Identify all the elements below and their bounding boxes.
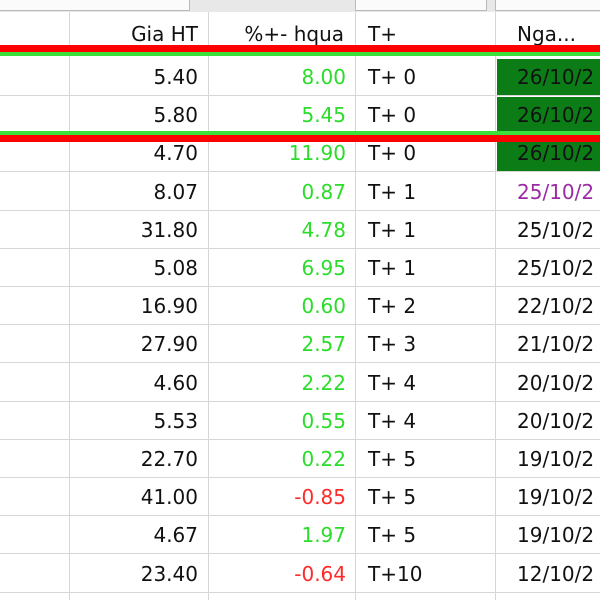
price-cell: 4.60 — [153, 371, 198, 395]
date-cell: 19/10/2 — [517, 485, 595, 509]
tplus-cell: T+ 5 — [368, 523, 417, 547]
tplus-cell: T+ 1 — [368, 218, 417, 242]
tplus-cell: T+ 4 — [368, 409, 417, 433]
price-cell: 41.00 — [140, 485, 198, 509]
change-cell: 0.55 — [301, 409, 346, 433]
date-cell: 22/10/2 — [517, 294, 595, 318]
date-cell: 21/10/2 — [517, 332, 595, 356]
tplus-cell: T+ 2 — [368, 294, 417, 318]
date-cell: 20/10/2 — [517, 371, 595, 395]
date-cell: 19/10/2 — [517, 523, 595, 547]
change-cell: 6.95 — [301, 256, 346, 280]
price-cell: 8.07 — [153, 180, 198, 204]
date-cell: 26/10/2 — [517, 65, 595, 89]
row-divider — [0, 171, 600, 172]
row-divider — [0, 553, 600, 554]
price-cell: 23.40 — [140, 562, 198, 586]
price-cell: 27.90 — [140, 332, 198, 356]
price-cell: 4.67 — [153, 523, 198, 547]
date-cell: 25/10/2 — [517, 218, 595, 242]
column-divider — [208, 12, 209, 600]
price-cell: 16.90 — [140, 294, 198, 318]
price-cell: 22.70 — [140, 447, 198, 471]
tab-fragment[interactable] — [495, 0, 600, 11]
red-marker-line — [0, 135, 600, 142]
change-cell: -0.85 — [294, 485, 346, 509]
change-cell: 0.22 — [301, 447, 346, 471]
tab-fragment[interactable] — [0, 0, 190, 11]
change-cell: 2.57 — [301, 332, 346, 356]
date-cell: 20/10/2 — [517, 409, 595, 433]
price-cell: 31.80 — [140, 218, 198, 242]
tplus-cell: T+ 4 — [368, 371, 417, 395]
tplus-cell: T+ 0 — [368, 103, 417, 127]
tplus-cell: T+ 5 — [368, 447, 417, 471]
change-cell: 5.45 — [301, 103, 346, 127]
tplus-cell: T+ 3 — [368, 332, 417, 356]
change-cell: 2.22 — [301, 371, 346, 395]
column-divider — [69, 12, 70, 600]
date-cell: 25/10/2 — [517, 180, 595, 204]
change-cell: -0.64 — [294, 562, 346, 586]
tplus-cell: T+ 1 — [368, 180, 417, 204]
red-marker-line — [0, 45, 600, 52]
row-divider — [0, 592, 600, 593]
tplus-cell: T+ 1 — [368, 256, 417, 280]
change-cell: 0.60 — [301, 294, 346, 318]
tplus-cell: T+ 0 — [368, 65, 417, 89]
green-marker-line — [0, 52, 600, 56]
date-cell: 26/10/2 — [517, 103, 595, 127]
tplus-cell: T+ 5 — [368, 485, 417, 509]
change-cell: 4.78 — [301, 218, 346, 242]
price-cell: 5.08 — [153, 256, 198, 280]
tab-fragment[interactable] — [355, 0, 487, 11]
tplus-cell: T+10 — [368, 562, 423, 586]
column-divider — [355, 12, 356, 600]
price-cell: 5.40 — [153, 65, 198, 89]
price-cell: 5.53 — [153, 409, 198, 433]
column-divider — [495, 12, 496, 600]
change-cell: 1.97 — [301, 523, 346, 547]
date-cell: 12/10/2 — [517, 562, 595, 586]
row-divider — [0, 362, 600, 363]
change-cell: 0.87 — [301, 180, 346, 204]
change-cell: 8.00 — [301, 65, 346, 89]
price-cell: 5.80 — [153, 103, 198, 127]
date-cell: 25/10/2 — [517, 256, 595, 280]
date-cell: 19/10/2 — [517, 447, 595, 471]
